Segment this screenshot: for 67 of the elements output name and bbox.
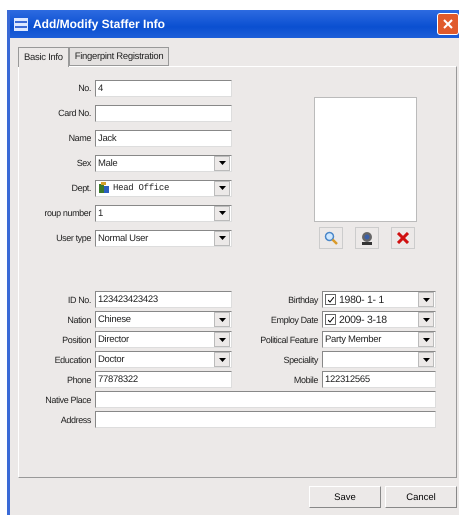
field-label: No.	[77, 83, 91, 93]
search-icon	[324, 231, 338, 245]
field-label: Dept.	[70, 183, 91, 193]
field-label: Political Feature	[259, 334, 318, 344]
dialog-button[interactable]: Save	[309, 486, 381, 508]
field-label: Native Place	[44, 394, 91, 404]
dropdown-arrow-icon	[422, 318, 430, 322]
field-label: Birthday	[287, 294, 318, 304]
field-label: Name	[68, 133, 91, 143]
dropdown-field[interactable]: Party Member	[322, 331, 436, 348]
dropdown-arrow-icon	[218, 318, 226, 322]
dropdown-arrow-icon	[218, 236, 226, 240]
photo-button[interactable]	[355, 227, 379, 249]
field-label: Nation	[66, 314, 91, 324]
dropdown-arrow-icon	[218, 338, 226, 342]
dropdown-field[interactable]: Head Office	[95, 180, 232, 196]
webcam-icon	[360, 231, 374, 245]
dropdown-arrow-icon	[218, 161, 226, 165]
tab[interactable]: Fingerpint Registration	[68, 47, 170, 66]
field-label: Education	[54, 354, 91, 364]
text-field[interactable]: Jack	[95, 130, 232, 146]
dropdown-arrow-icon	[218, 358, 226, 362]
field-label: Sex	[76, 158, 91, 168]
dropdown-arrow-icon	[218, 211, 226, 215]
window-icon	[14, 18, 28, 30]
field-label: roup number	[43, 208, 91, 218]
date-field[interactable]: 1980- 1- 1	[322, 291, 436, 308]
checkbox[interactable]	[325, 314, 336, 325]
checkmark-icon	[328, 296, 334, 302]
dropdown-field[interactable]: 1	[95, 204, 232, 222]
close-icon	[443, 19, 453, 29]
checkbox[interactable]	[325, 294, 336, 305]
dropdown-arrow-icon	[422, 298, 430, 302]
text-field[interactable]	[95, 104, 232, 122]
field-label: ID No.	[66, 294, 91, 304]
text-field[interactable]: 122312565	[322, 371, 436, 388]
field-label: Speciality	[282, 354, 318, 364]
field-label: Phone	[66, 374, 91, 384]
dropdown-field[interactable]	[322, 351, 436, 368]
field-label: Mobile	[292, 374, 318, 384]
text-field[interactable]: 4	[95, 80, 232, 96]
dialog-button[interactable]: Cancel	[385, 486, 457, 508]
dropdown-arrow-icon	[218, 186, 226, 190]
text-field[interactable]	[95, 411, 436, 428]
delete-icon	[397, 232, 409, 244]
window-title: Add/Modify Staffer Info	[33, 17, 166, 31]
field-label: User type	[55, 233, 91, 243]
close-button[interactable]	[437, 13, 459, 35]
dropdown-field[interactable]: Chinese	[95, 311, 232, 328]
dropdown-arrow-icon	[422, 338, 430, 342]
date-field[interactable]: 2009- 3-18	[322, 311, 436, 328]
text-field[interactable]: 77878322	[95, 371, 232, 388]
dropdown-field[interactable]: Normal User	[95, 230, 232, 246]
photo-button[interactable]	[391, 227, 415, 249]
text-field[interactable]: 123423423423	[95, 291, 232, 308]
field-label: Card No.	[57, 108, 91, 118]
tab[interactable]: Basic Info	[18, 47, 69, 67]
dropdown-field[interactable]: Male	[95, 154, 232, 172]
building-icon	[98, 182, 110, 194]
dropdown-field[interactable]: Director	[95, 331, 232, 348]
dropdown-field[interactable]: Doctor	[95, 351, 232, 368]
text-field[interactable]	[95, 391, 436, 408]
field-label: Employ Date	[270, 314, 318, 324]
field-label: Address	[60, 414, 91, 424]
field-label: Position	[61, 334, 91, 344]
checkmark-icon	[328, 316, 334, 322]
dropdown-arrow-icon	[422, 358, 430, 362]
